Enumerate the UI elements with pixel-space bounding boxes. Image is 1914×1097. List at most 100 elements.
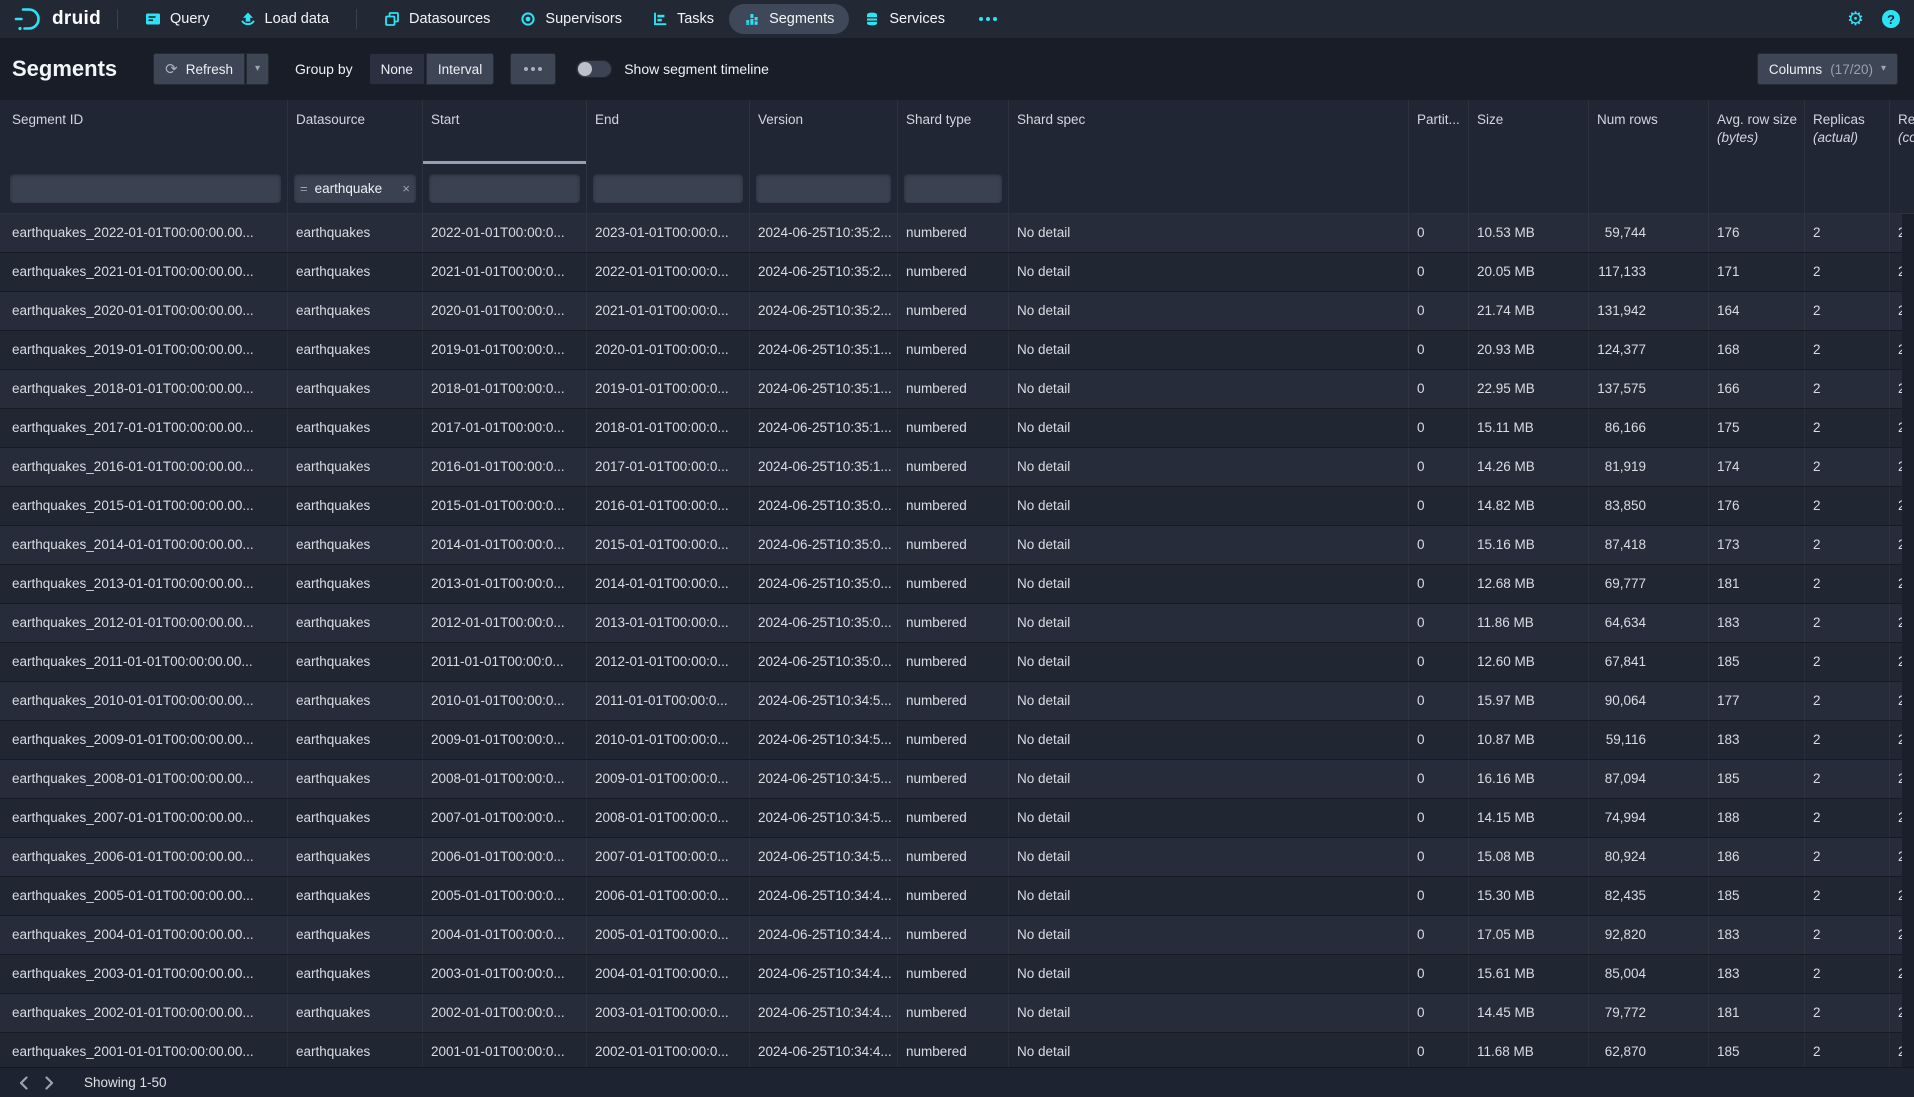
nav-item-load-data[interactable]: Load data: [225, 4, 345, 34]
cell-version: 2024-06-25T10:35:2...: [750, 214, 898, 252]
chevron-down-icon: ▾: [255, 64, 260, 74]
nav-item-query[interactable]: Query: [130, 4, 225, 34]
column-header-version[interactable]: Version: [750, 100, 898, 164]
supervisors-icon: [520, 11, 536, 27]
refresh-rate-dropdown-button[interactable]: ▾: [246, 53, 269, 85]
filter-input-shard_type[interactable]: [904, 174, 1002, 203]
cell-avg_row_size: 186: [1709, 838, 1805, 876]
cell-shard_type: numbered: [898, 838, 1009, 876]
filter-input-start[interactable]: [429, 174, 580, 203]
column-header-partitioning[interactable]: Partit...: [1409, 100, 1469, 164]
column-label: Version: [758, 112, 803, 127]
cell-partitioning: 0: [1409, 838, 1469, 876]
cell-start: 2008-01-01T00:00:0...: [423, 760, 587, 798]
equals-operator-icon: =: [300, 181, 308, 196]
vertical-scrollbar[interactable]: [1902, 214, 1914, 1067]
cell-num_rows: 87,418: [1589, 526, 1709, 564]
filter-input-version[interactable]: [756, 174, 891, 203]
cell-shard_spec: No detail: [1009, 565, 1409, 603]
settings-gear-icon[interactable]: ⚙: [1847, 10, 1864, 29]
help-icon[interactable]: ?: [1882, 10, 1900, 28]
remove-filter-icon[interactable]: ×: [402, 181, 410, 196]
cell-datasource: earthquakes: [288, 565, 423, 603]
cell-replicas: 2: [1805, 487, 1890, 525]
column-header-start[interactable]: Start: [423, 100, 587, 164]
cell-version: 2024-06-25T10:34:4...: [750, 994, 898, 1032]
cell-segment_id[interactable]: earthquakes_2003-01-01T00:00:00.00...: [0, 955, 288, 993]
filter-input-datasource[interactable]: =earthquake×: [294, 174, 416, 203]
segment-timeline-toggle[interactable]: [576, 60, 612, 78]
column-header-replicas[interactable]: Replicas(actual): [1805, 100, 1890, 164]
cell-version: 2024-06-25T10:34:5...: [750, 721, 898, 759]
cell-segment_id[interactable]: earthquakes_2014-01-01T00:00:00.00...: [0, 526, 288, 564]
nav-item-supervisors[interactable]: Supervisors: [505, 4, 637, 34]
cell-shard_type: numbered: [898, 253, 1009, 291]
cell-segment_id[interactable]: earthquakes_2019-01-01T00:00:00.00...: [0, 331, 288, 369]
nav-item-datasources[interactable]: Datasources: [369, 4, 505, 34]
column-header-size[interactable]: Size: [1469, 100, 1589, 164]
nav-item-more[interactable]: [960, 10, 1016, 28]
filter-input-end[interactable]: [593, 174, 743, 203]
cell-segment_id[interactable]: earthquakes_2009-01-01T00:00:00.00...: [0, 721, 288, 759]
cell-segment_id[interactable]: earthquakes_2018-01-01T00:00:00.00...: [0, 370, 288, 408]
table-row: earthquakes_2004-01-01T00:00:00.00...ear…: [0, 916, 1914, 955]
cell-segment_id[interactable]: earthquakes_2020-01-01T00:00:00.00...: [0, 292, 288, 330]
cell-segment_id[interactable]: earthquakes_2006-01-01T00:00:00.00...: [0, 838, 288, 876]
nav-item-tasks[interactable]: Tasks: [637, 4, 729, 34]
cell-segment_id[interactable]: earthquakes_2001-01-01T00:00:00.00...: [0, 1033, 288, 1067]
cell-replicas: 2: [1805, 292, 1890, 330]
cell-segment_id[interactable]: earthquakes_2007-01-01T00:00:00.00...: [0, 799, 288, 837]
nav-item-services[interactable]: Services: [849, 4, 960, 34]
refresh-button[interactable]: ⟳ Refresh: [153, 53, 245, 85]
filter-tag: =earthquake×: [300, 181, 410, 196]
cell-segment_id[interactable]: earthquakes_2021-01-01T00:00:00.00...: [0, 253, 288, 291]
previous-page-button[interactable]: [10, 1071, 36, 1095]
group-by-interval-button[interactable]: Interval: [426, 53, 494, 85]
sort-indicator: [423, 161, 586, 164]
filter-cell-partitioning: [1409, 164, 1469, 213]
column-header-shard_spec[interactable]: Shard spec: [1009, 100, 1409, 164]
nav-item-segments[interactable]: Segments: [729, 4, 849, 34]
column-header-avg_row_size[interactable]: Avg. row size(bytes): [1709, 100, 1805, 164]
load-data-icon: [240, 11, 256, 27]
next-page-button[interactable]: [36, 1071, 62, 1095]
columns-button[interactable]: Columns (17/20) ▾: [1757, 53, 1898, 85]
column-header-num_rows[interactable]: Num rows: [1589, 100, 1709, 164]
group-by-none-button[interactable]: None: [369, 53, 425, 85]
filter-input-segment_id[interactable]: [10, 174, 281, 203]
column-header-replication_factor[interactable]: Replication factor(configured): [1890, 100, 1914, 164]
cell-num_rows: 74,994: [1589, 799, 1709, 837]
cell-replicas: 2: [1805, 526, 1890, 564]
cell-segment_id[interactable]: earthquakes_2011-01-01T00:00:00.00...: [0, 643, 288, 681]
column-header-segment_id[interactable]: Segment ID: [0, 100, 288, 164]
column-header-end[interactable]: End: [587, 100, 750, 164]
cell-segment_id[interactable]: earthquakes_2010-01-01T00:00:00.00...: [0, 682, 288, 720]
cell-end: 2018-01-01T00:00:0...: [587, 409, 750, 447]
druid-logo[interactable]: druid: [14, 6, 101, 32]
column-header-datasource[interactable]: Datasource: [288, 100, 423, 164]
cell-shard_spec: No detail: [1009, 370, 1409, 408]
cell-version: 2024-06-25T10:34:5...: [750, 760, 898, 798]
cell-end: 2016-01-01T00:00:0...: [587, 487, 750, 525]
cell-segment_id[interactable]: earthquakes_2022-01-01T00:00:00.00...: [0, 214, 288, 252]
cell-start: 2006-01-01T00:00:0...: [423, 838, 587, 876]
cell-shard_spec: No detail: [1009, 799, 1409, 837]
cell-partitioning: 0: [1409, 643, 1469, 681]
cell-segment_id[interactable]: earthquakes_2004-01-01T00:00:00.00...: [0, 916, 288, 954]
column-header-shard_type[interactable]: Shard type: [898, 100, 1009, 164]
cell-end: 2022-01-01T00:00:0...: [587, 253, 750, 291]
cell-segment_id[interactable]: earthquakes_2015-01-01T00:00:00.00...: [0, 487, 288, 525]
cell-segment_id[interactable]: earthquakes_2016-01-01T00:00:00.00...: [0, 448, 288, 486]
more-icon: [520, 67, 546, 71]
more-actions-button[interactable]: [510, 53, 556, 85]
cell-segment_id[interactable]: earthquakes_2005-01-01T00:00:00.00...: [0, 877, 288, 915]
cell-datasource: earthquakes: [288, 721, 423, 759]
cell-num_rows: 92,820: [1589, 916, 1709, 954]
column-label: Size: [1477, 112, 1503, 127]
filter-cell-datasource: =earthquake×: [288, 164, 423, 213]
cell-segment_id[interactable]: earthquakes_2008-01-01T00:00:00.00...: [0, 760, 288, 798]
cell-segment_id[interactable]: earthquakes_2012-01-01T00:00:00.00...: [0, 604, 288, 642]
cell-segment_id[interactable]: earthquakes_2013-01-01T00:00:00.00...: [0, 565, 288, 603]
cell-segment_id[interactable]: earthquakes_2002-01-01T00:00:00.00...: [0, 994, 288, 1032]
cell-segment_id[interactable]: earthquakes_2017-01-01T00:00:00.00...: [0, 409, 288, 447]
